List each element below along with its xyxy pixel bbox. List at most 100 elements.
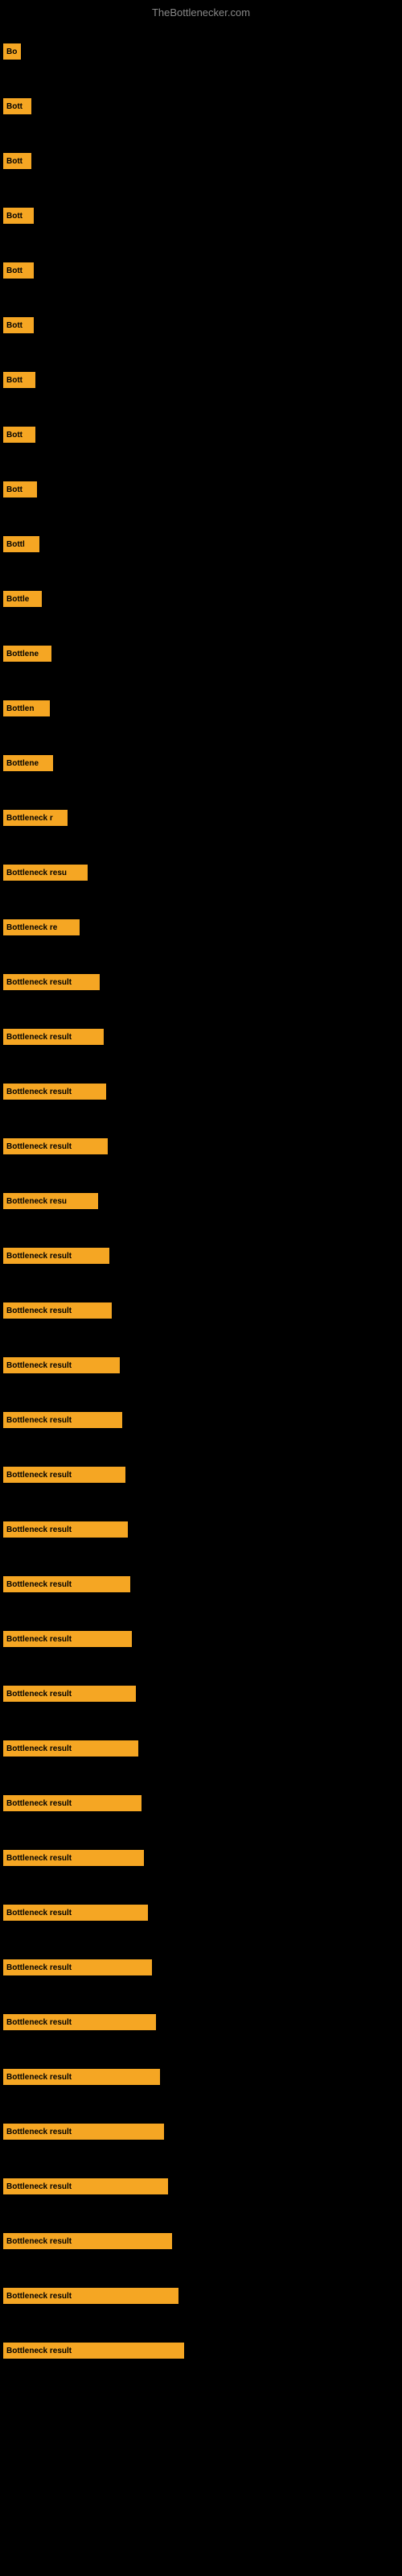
bar-label: Bott xyxy=(3,262,34,279)
bar-label: Bottleneck result xyxy=(3,1521,128,1538)
bar-label-text: Bottleneck result xyxy=(6,1307,72,1315)
bar-label: Bottleneck result xyxy=(3,2069,160,2085)
bar-row: Bottleneck result xyxy=(3,1666,399,1721)
bar-row: Bottleneck result xyxy=(3,1502,399,1557)
bar-label: Bottleneck resu xyxy=(3,865,88,881)
bar-label: Bottleneck result xyxy=(3,1248,109,1264)
bar-label: Bott xyxy=(3,427,35,443)
bar-label: Bottleneck result xyxy=(3,2178,168,2194)
bar-label-text: Bottlene xyxy=(6,650,39,658)
bar-label-text: Bottleneck result xyxy=(6,1635,72,1644)
bar-row: Bottleneck result xyxy=(3,2268,399,2323)
bar-label: Bottle xyxy=(3,591,42,607)
bar-label-text: Bottle xyxy=(6,595,29,604)
bar-label-text: Bottleneck result xyxy=(6,1963,72,1972)
bar-label: Bottleneck result xyxy=(3,1795,142,1811)
bar-label: Bottleneck result xyxy=(3,1631,132,1647)
bar-row: Bottleneck result xyxy=(3,2050,399,2104)
bar-label: Bott xyxy=(3,481,37,497)
bar-label-text: Bottleneck result xyxy=(6,1361,72,1370)
bar-label: Bottleneck result xyxy=(3,2343,184,2359)
bar-label-text: Bottleneck re xyxy=(6,923,57,932)
bar-label: Bottleneck result xyxy=(3,1467,125,1483)
bar-row: Bottleneck result xyxy=(3,1940,399,1995)
bar-label: Bott xyxy=(3,153,31,169)
bar-label: Bo xyxy=(3,43,21,60)
bar-row: Bott xyxy=(3,407,399,462)
bar-label: Bottleneck result xyxy=(3,974,100,990)
bar-row: Bottleneck result xyxy=(3,1995,399,2050)
bar-label: Bottleneck result xyxy=(3,2124,164,2140)
bar-label-text: Bott xyxy=(6,212,23,221)
bar-label-text: Bottleneck r xyxy=(6,814,53,823)
bar-label-text: Bottleneck result xyxy=(6,2182,72,2191)
bar-label: Bottleneck result xyxy=(3,1084,106,1100)
bar-label-text: Bott xyxy=(6,485,23,494)
bar-label: Bottleneck result xyxy=(3,1357,120,1373)
bar-label-text: Bottleneck result xyxy=(6,1909,72,1918)
bar-label-text: Bott xyxy=(6,431,23,440)
bar-label-text: Bottleneck result xyxy=(6,1416,72,1425)
bar-label: Bott xyxy=(3,372,35,388)
bar-label-text: Bott xyxy=(6,376,23,385)
bar-label-text: Bottleneck result xyxy=(6,2128,72,2136)
bar-label: Bottlen xyxy=(3,700,50,716)
bar-label-text: Bottleneck result xyxy=(6,1525,72,1534)
bar-label: Bottleneck result xyxy=(3,1138,108,1154)
bar-row: Bottleneck result xyxy=(3,1885,399,1940)
bar-row: Bottleneck result xyxy=(3,2104,399,2159)
bar-label: Bottleneck result xyxy=(3,1850,144,1866)
bar-label-text: Bottleneck resu xyxy=(6,1197,67,1206)
bar-label: Bottleneck result xyxy=(3,1686,136,1702)
bar-label-text: Bottleneck result xyxy=(6,1799,72,1808)
bar-row: Bottleneck result xyxy=(3,1119,399,1174)
bar-label: Bottleneck result xyxy=(3,1302,112,1319)
bar-label: Bottleneck result xyxy=(3,2233,172,2249)
bar-label-text: Bottleneck result xyxy=(6,1854,72,1863)
bar-label-text: Bottleneck result xyxy=(6,978,72,987)
bar-label: Bottlene xyxy=(3,646,51,662)
bar-label-text: Bott xyxy=(6,157,23,166)
bar-row: Bottle xyxy=(3,572,399,626)
bar-row: Bottleneck resu xyxy=(3,845,399,900)
bar-row: Bottleneck result xyxy=(3,1721,399,1776)
bar-row: Bottleneck result xyxy=(3,1557,399,1612)
bar-label: Bottleneck resu xyxy=(3,1193,98,1209)
bar-label-text: Bottleneck result xyxy=(6,1744,72,1753)
bar-row: Bottleneck resu xyxy=(3,1174,399,1228)
bar-label-text: Bottleneck result xyxy=(6,2347,72,2355)
bar-label-text: Bottleneck result xyxy=(6,1142,72,1151)
bar-row: Bottleneck result xyxy=(3,2214,399,2268)
bar-label: Bottleneck result xyxy=(3,1740,138,1757)
bar-label-text: Bott xyxy=(6,321,23,330)
bar-label: Bottleneck result xyxy=(3,1905,148,1921)
bar-row: Bottlene xyxy=(3,626,399,681)
bar-label-text: Bottleneck result xyxy=(6,2292,72,2301)
bar-label: Bottleneck re xyxy=(3,919,80,935)
bar-label: Bottleneck result xyxy=(3,1576,130,1592)
site-title: TheBottlenecker.com xyxy=(0,2,402,23)
bar-row: Bottleneck result xyxy=(3,2323,399,2378)
bar-label-text: Bottleneck resu xyxy=(6,869,67,877)
bar-row: Bottlene xyxy=(3,736,399,791)
bar-row: Bottl xyxy=(3,517,399,572)
bar-row: Bott xyxy=(3,243,399,298)
bar-label-text: Bottleneck result xyxy=(6,2237,72,2246)
bar-label: Bott xyxy=(3,208,34,224)
bars-container: Bo Bott Bott Bott Bott Bott Bott Bott Bott Bottl B… xyxy=(0,24,402,2378)
bar-label: Bottleneck result xyxy=(3,1959,152,1975)
bar-row: Bottlen xyxy=(3,681,399,736)
bar-label-text: Bottleneck result xyxy=(6,1690,72,1699)
bar-row: Bott xyxy=(3,353,399,407)
bar-row: Bottleneck result xyxy=(3,1393,399,1447)
bar-row: Bottleneck result xyxy=(3,1228,399,1283)
bar-label-text: Bottleneck result xyxy=(6,1580,72,1589)
bar-label-text: Bottl xyxy=(6,540,25,549)
bar-label: Bottleneck result xyxy=(3,1029,104,1045)
bar-row: Bottleneck result xyxy=(3,1009,399,1064)
bar-row: Bottleneck result xyxy=(3,955,399,1009)
bar-label: Bottleneck result xyxy=(3,2014,156,2030)
bar-label-text: Bottleneck result xyxy=(6,1471,72,1480)
bar-row: Bottleneck result xyxy=(3,1831,399,1885)
bar-label-text: Bott xyxy=(6,102,23,111)
